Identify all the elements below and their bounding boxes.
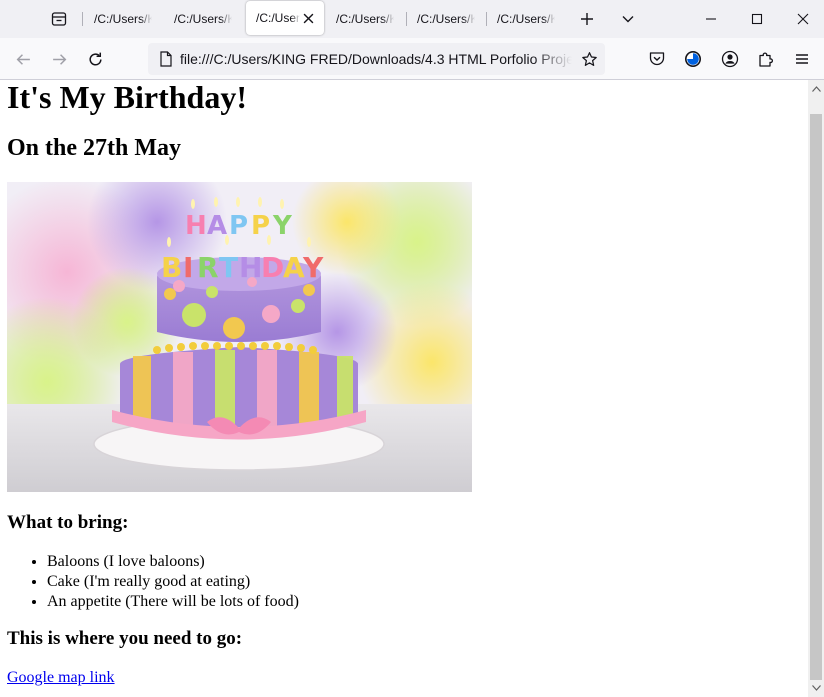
minimize-icon — [706, 18, 716, 20]
minimize-button[interactable] — [688, 0, 734, 38]
pocket-button[interactable] — [643, 45, 671, 73]
page-icon[interactable] — [152, 43, 180, 75]
tab-label: /C:/Users/K — [256, 11, 300, 25]
tab-3-active[interactable]: /C:/Users/K — [246, 1, 324, 35]
page-subtitle: On the 27th May — [7, 135, 181, 161]
list-item: Baloons (I love baloons) — [47, 552, 299, 572]
reload-icon — [88, 52, 102, 65]
maximize-icon — [751, 13, 763, 25]
tab-separator — [82, 12, 83, 26]
svg-text:R: R — [197, 251, 219, 284]
star-icon — [581, 51, 597, 66]
list-item: Cake (I'm really good at eating) — [47, 572, 299, 592]
hamburger-menu-icon — [796, 54, 808, 64]
svg-text:H: H — [239, 251, 262, 284]
list-item: An appetite (There will be lots of food) — [47, 592, 299, 612]
close-icon — [303, 13, 313, 23]
account-button[interactable] — [716, 45, 744, 73]
svg-text:Y: Y — [302, 251, 324, 284]
puzzle-icon — [759, 52, 773, 67]
svg-text:P: P — [251, 211, 270, 241]
svg-text:A: A — [207, 211, 227, 241]
scrollbar-thumb[interactable] — [810, 114, 822, 680]
vertical-scrollbar[interactable] — [808, 80, 824, 697]
tab-label: /C:/Users/K — [497, 12, 555, 26]
tab-label: /C:/Users/K — [336, 12, 394, 26]
navigation-toolbar: file:///C:/Users/KING FRED/Downloads/4.3… — [0, 38, 824, 80]
firefox-view-button[interactable] — [44, 6, 74, 32]
svg-text:Y: Y — [272, 211, 293, 241]
svg-text:I: I — [183, 251, 193, 284]
tab-close-button[interactable] — [300, 10, 316, 26]
forward-button[interactable] — [45, 45, 73, 73]
tab-6[interactable]: /C:/Users/K — [487, 2, 565, 36]
bring-list: Baloons (I love baloons) Cake (I'm reall… — [7, 552, 299, 612]
svg-text:T: T — [219, 251, 238, 284]
arrow-left-icon — [16, 53, 30, 65]
tab-label: /C:/Users/K — [417, 12, 475, 26]
svg-text:H: H — [185, 211, 207, 241]
close-icon — [797, 13, 809, 25]
arrow-right-icon — [52, 53, 66, 65]
menu-button[interactable] — [788, 45, 816, 73]
tab-4[interactable]: /C:/Users/K — [326, 2, 404, 36]
progress-circle-icon — [685, 51, 701, 67]
where-to-go-heading: This is where you need to go: — [7, 628, 243, 649]
maximize-button[interactable] — [734, 0, 780, 38]
scroll-up-button[interactable] — [808, 80, 824, 98]
reload-button[interactable] — [81, 45, 109, 73]
scroll-down-button[interactable] — [808, 679, 824, 697]
bookmark-button[interactable] — [579, 49, 599, 69]
plus-icon — [581, 13, 593, 25]
chevron-down-icon — [622, 16, 634, 23]
list-all-tabs-button[interactable] — [614, 6, 642, 32]
chevron-up-icon — [811, 86, 821, 92]
firefox-account-button[interactable] — [679, 45, 707, 73]
close-window-button[interactable] — [780, 0, 824, 38]
svg-text:A: A — [283, 251, 305, 284]
document-icon — [160, 51, 172, 67]
firefox-view-icon — [51, 12, 67, 26]
pocket-icon — [649, 52, 665, 66]
tab-label: /C:/Users/K — [94, 12, 152, 26]
tab-5[interactable]: /C:/Users/K — [407, 2, 485, 36]
back-button[interactable] — [9, 45, 37, 73]
address-bar[interactable]: file:///C:/Users/KING FRED/Downloads/4.3… — [148, 43, 605, 75]
tab-bar: /C:/Users/K /C:/Users/K /C:/Users/K /C:/… — [0, 0, 824, 38]
svg-text:D: D — [261, 251, 284, 284]
user-icon — [721, 50, 739, 68]
tab-label: /C:/Users/K — [174, 12, 232, 26]
svg-text:P: P — [229, 211, 248, 241]
page-content: It's My Birthday! On the 27th May H A P … — [0, 80, 808, 697]
birthday-cake-image: H A P P Y B I R T H D A Y — [7, 182, 472, 492]
tab-2[interactable]: /C:/Users/K — [164, 2, 242, 36]
url-text[interactable]: file:///C:/Users/KING FRED/Downloads/4.3… — [180, 51, 572, 67]
extensions-button[interactable] — [752, 45, 780, 73]
svg-text:B: B — [161, 251, 182, 284]
google-map-link[interactable]: Google map link — [7, 668, 115, 688]
tab-1[interactable]: /C:/Users/K — [84, 2, 162, 36]
what-to-bring-heading: What to bring: — [7, 512, 129, 533]
page-title: It's My Birthday! — [7, 80, 247, 115]
chevron-down-icon — [811, 685, 821, 691]
birthday-cake-illustration: H A P P Y B I R T H D A Y — [7, 182, 472, 492]
new-tab-button[interactable] — [573, 6, 601, 32]
